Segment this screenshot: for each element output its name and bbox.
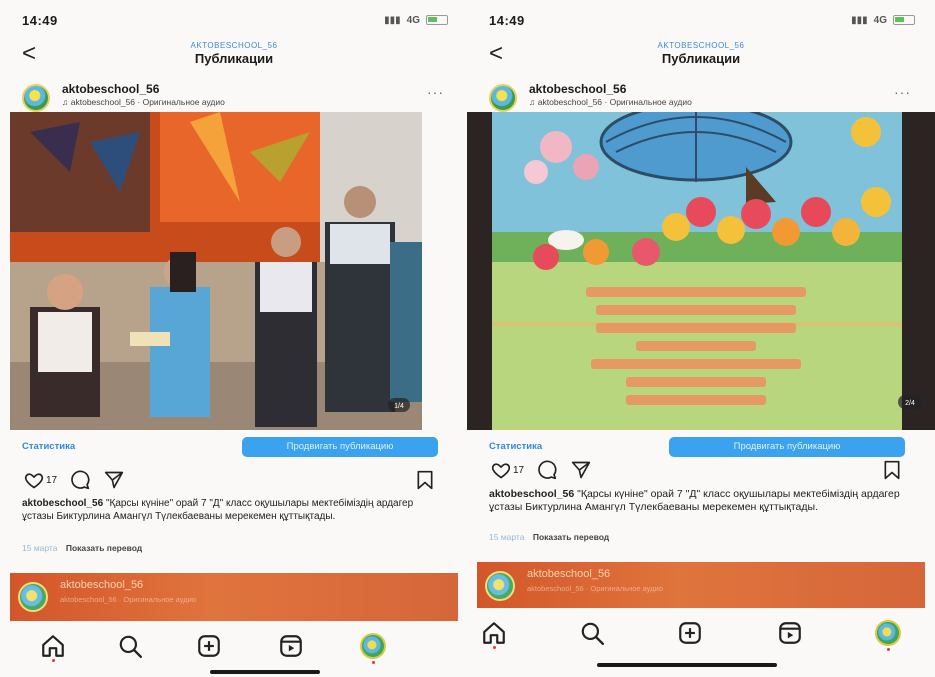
account-tag: AKTOBESCHOOL_56 <box>657 41 745 50</box>
search-icon[interactable] <box>117 633 143 659</box>
translate-link[interactable]: Показать перевод <box>66 543 142 553</box>
more-icon[interactable]: ··· <box>427 84 444 100</box>
bookmark-icon[interactable] <box>883 460 901 480</box>
post-photo[interactable]: 1/4 <box>10 112 422 430</box>
photo-counter: 1/4 <box>394 403 404 410</box>
signal-icon: ▮▮▮ <box>851 14 868 26</box>
comment-icon[interactable] <box>537 460 557 480</box>
promote-button[interactable]: Продвигать публикацию <box>242 437 438 457</box>
page-title: Публикации <box>194 51 274 66</box>
next-post-username[interactable]: aktobeschool_56 <box>527 568 610 580</box>
reels-icon[interactable] <box>777 620 803 646</box>
statistics-link[interactable]: Статистика <box>22 441 75 452</box>
tab-bar <box>467 612 935 652</box>
post-date: 15 марта <box>489 532 525 542</box>
notification-dot <box>52 659 55 662</box>
avatar[interactable] <box>489 84 517 112</box>
status-time: 14:49 <box>489 12 525 28</box>
like-count[interactable]: 17 <box>513 465 524 476</box>
post-header: aktobeschool_56 ♫ aktobeschool_56 · Ориг… <box>18 80 450 112</box>
translate-link[interactable]: Показать перевод <box>533 532 609 542</box>
photo-counter: 2/4 <box>905 400 915 407</box>
next-post-audio[interactable]: aktobeschool_56 · Оригинальное аудио <box>60 595 196 604</box>
search-icon[interactable] <box>579 620 605 646</box>
notification-dot <box>372 661 375 664</box>
create-icon[interactable] <box>677 620 703 646</box>
status-bar: 14:49 ▮▮▮ 4G <box>489 10 915 30</box>
more-icon[interactable]: ··· <box>894 84 911 100</box>
page-title: Публикации <box>661 51 741 66</box>
audio-label[interactable]: ♫ aktobeschool_56 · Оригинальное аудио <box>62 97 225 107</box>
reels-icon[interactable] <box>278 633 304 659</box>
post-caption: aktobeschool_56 "Қарсы күніне" орай 7 "Д… <box>22 497 444 523</box>
classroom-photo: 1/4 <box>10 112 422 430</box>
post-date: 15 марта <box>22 543 58 553</box>
network-label: 4G <box>406 14 420 26</box>
caption-username[interactable]: aktobeschool_56 <box>489 488 574 500</box>
avatar[interactable] <box>22 84 50 112</box>
caption-username[interactable]: aktobeschool_56 <box>22 498 103 509</box>
like-count[interactable]: 17 <box>46 475 57 486</box>
status-bar: 14:49 ▮▮▮ 4G <box>22 10 448 30</box>
status-time: 14:49 <box>22 12 58 28</box>
share-icon[interactable] <box>571 460 591 480</box>
nav-bar: < AKTOBESCHOOL_56 Публикации <box>467 38 935 76</box>
profile-icon[interactable] <box>360 633 386 659</box>
promote-button[interactable]: Продвигать публикацию <box>669 437 905 457</box>
nav-bar: < AKTOBESCHOOL_56 Публикации <box>0 38 468 76</box>
next-post-header[interactable]: aktobeschool_56 aktobeschool_56 · Оригин… <box>477 562 925 608</box>
post-username[interactable]: aktobeschool_56 <box>529 82 626 96</box>
battery-icon <box>893 15 915 25</box>
avatar[interactable] <box>485 571 515 601</box>
post-caption: aktobeschool_56 "Қарсы күніне" орай 7 "Д… <box>489 488 911 514</box>
network-label: 4G <box>873 14 887 26</box>
account-tag: AKTOBESCHOOL_56 <box>190 41 278 50</box>
phone-screen-right: 14:49 ▮▮▮ 4G < AKTOBESCHOOL_56 Публикаци… <box>467 0 935 677</box>
post-actions: 17 <box>491 460 905 484</box>
home-icon[interactable] <box>481 620 507 646</box>
statistics-link[interactable]: Статистика <box>489 441 542 452</box>
post-photo[interactable]: 2/4 <box>467 112 935 430</box>
profile-icon[interactable] <box>875 620 901 646</box>
heart-icon[interactable] <box>24 470 44 490</box>
next-post-audio[interactable]: aktobeschool_56 · Оригинальное аудио <box>527 584 663 593</box>
signal-icon: ▮▮▮ <box>384 14 401 26</box>
bookmark-icon[interactable] <box>416 470 434 490</box>
create-icon[interactable] <box>196 633 222 659</box>
phone-screen-left: 14:49 ▮▮▮ 4G < AKTOBESCHOOL_56 Публикаци… <box>0 0 468 677</box>
post-header: aktobeschool_56 ♫ aktobeschool_56 · Ориг… <box>485 80 917 112</box>
notification-dot <box>887 648 890 651</box>
post-actions: 17 <box>24 470 438 494</box>
comment-icon[interactable] <box>70 470 90 490</box>
share-icon[interactable] <box>104 470 124 490</box>
heart-icon[interactable] <box>491 460 511 480</box>
home-indicator <box>210 670 320 674</box>
avatar[interactable] <box>18 582 48 612</box>
home-icon[interactable] <box>40 633 66 659</box>
post-username[interactable]: aktobeschool_56 <box>62 82 159 96</box>
next-post-header[interactable]: aktobeschool_56 aktobeschool_56 · Оригин… <box>10 573 458 621</box>
next-post-username[interactable]: aktobeschool_56 <box>60 579 143 591</box>
tab-bar <box>0 625 468 665</box>
notification-dot <box>493 646 496 649</box>
home-indicator <box>597 663 777 667</box>
battery-icon <box>426 15 448 25</box>
greeting-card-image: 2/4 <box>467 112 935 430</box>
audio-label[interactable]: ♫ aktobeschool_56 · Оригинальное аудио <box>529 97 692 107</box>
